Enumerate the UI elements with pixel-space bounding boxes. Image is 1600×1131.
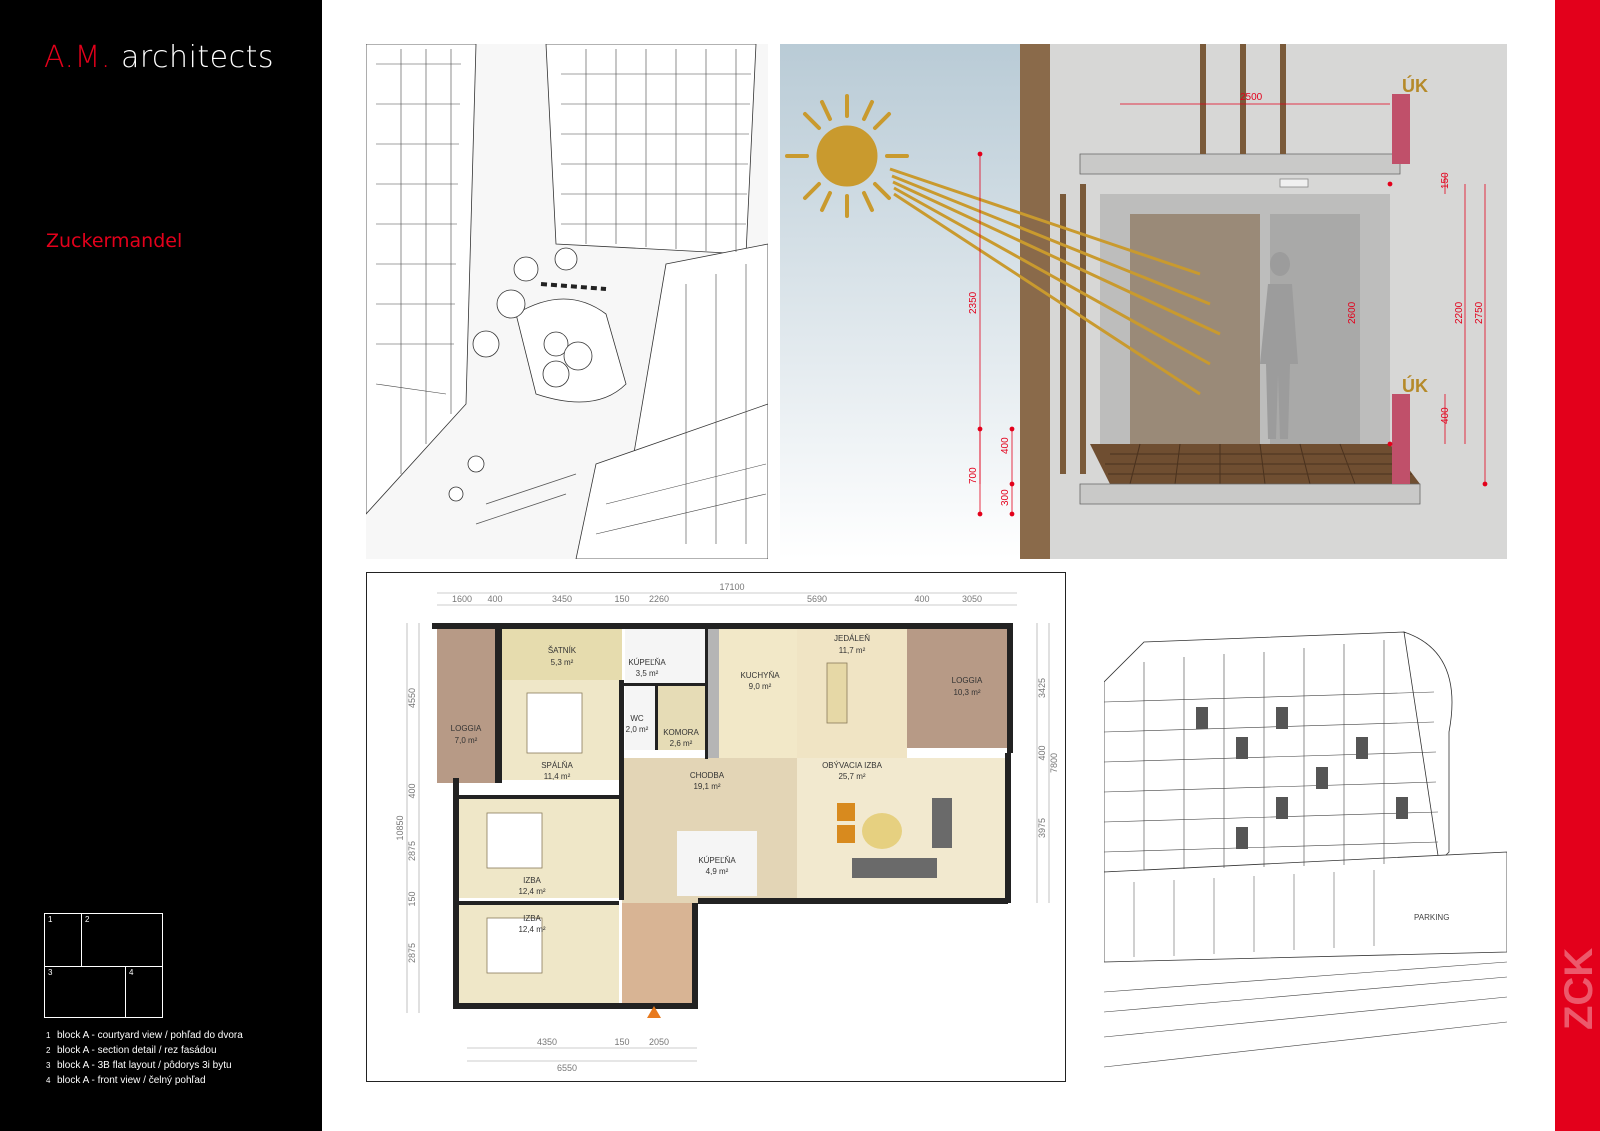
dim-left: 2875 [407,943,417,963]
room-name: IZBA [523,876,541,885]
room-area: 25,7 m² [838,772,865,781]
dim-left: 150 [407,891,417,906]
brand-mark: ZCK [1557,947,1600,1030]
brand-suffix: architects [121,40,275,75]
dim-left: 2875 [407,841,417,861]
room-area: 11,7 m² [839,646,866,655]
dim-top: 5690 [807,594,827,604]
dim-label: 400 [1440,407,1451,424]
room-name: LOGGIA [451,724,482,733]
dim-top: 150 [614,594,629,604]
dim-top: 400 [487,594,502,604]
dim-label: 2750 [1474,301,1485,324]
room-name: KÚPEĽŇA [698,856,736,865]
dim-label: 150 [1440,172,1451,189]
floor-plan-drawing: 1600 400 3450 150 2260 17100 5690 400 30… [367,573,1065,1081]
room-area: 11,4 m² [544,772,571,781]
room-name: JEDÁLEŇ [834,634,870,643]
keymap-cell-3: 3 [44,966,126,1018]
parking-sign: PARKING [1414,913,1449,922]
dim-top: 1600 [452,594,472,604]
room-name: KÚPEĽŇA [628,658,666,667]
dim-top: 17100 [719,582,744,592]
legend-item: 3 block A - 3B flat layout / pôdorys 3i b… [46,1060,232,1071]
room-name: KOMORA [663,728,699,737]
legend-item: 2 block A - section detail / rez fasádou [46,1045,217,1056]
dim-label: 2500 [1240,92,1263,103]
project-title: Zuckermandel [46,230,183,252]
room-area: 9,0 m² [749,682,772,691]
room-area: 3,5 m² [636,669,659,678]
room-name: CHODBA [690,771,725,780]
room-area: 2,6 m² [670,739,693,748]
dim-bottom: 150 [614,1037,629,1047]
room-name: SPÁLŇA [541,761,573,770]
dim-label: 2200 [1454,301,1465,324]
dim-right: 7800 [1049,753,1059,773]
room-area: 7,0 m² [455,736,478,745]
dim-right: 3975 [1037,818,1047,838]
keymap-cell-4: 4 [125,966,163,1018]
room-area: 12,4 m² [518,887,545,896]
sheet-keymap: 1 2 3 4 [44,913,163,1018]
room-name: OBÝVACIA IZBA [822,761,883,770]
legend-item: 4 block A - front view / čelný pohľad [46,1075,206,1086]
dim-left: 4550 [407,688,417,708]
courtyard-view-panel [366,44,768,559]
dim-bottom: 6550 [557,1063,577,1073]
room-name: LOGGIA [952,676,983,685]
room-name: KUCHYŇA [740,671,780,680]
room-area: 19,1 m² [693,782,720,791]
elevation-drawing: PARKING [1104,572,1507,1082]
courtyard-drawing [366,44,768,559]
section-drawing: 2500 150 2350 2600 2200 2750 400 700 400… [780,44,1507,559]
legend-item: 1 block A - courtyard view / pohľad do dv… [46,1030,243,1041]
dim-label: 2600 [1347,301,1358,324]
dim-label: 700 [968,467,979,484]
brand-prefix: A.M. [44,40,111,75]
keymap-cell-1: 1 [44,913,82,967]
room-name: IZBA [523,914,541,923]
room-name: WC [630,714,644,723]
dim-top: 400 [914,594,929,604]
room-area: 2,0 m² [626,725,649,734]
keymap-cell-2: 2 [81,913,163,967]
brand-logo: A.M. architects [44,40,274,75]
legend-list: 1 block A - courtyard view / pohľad do dv… [46,1028,243,1088]
room-area: 10,3 m² [953,688,980,697]
front-view-panel: PARKING [1104,572,1507,1082]
dim-right: 400 [1037,745,1047,760]
dim-left: 400 [407,783,417,798]
section-detail-panel: 2500 150 2350 2600 2200 2750 400 700 400… [780,44,1507,559]
floor-plan-panel: 1600 400 3450 150 2260 17100 5690 400 30… [366,572,1066,1082]
dim-left: 10850 [395,815,405,840]
dim-right: 3425 [1037,678,1047,698]
sidebar: A.M. architects Zuckermandel 1 2 3 4 1 bl… [0,0,322,1131]
room-name: ŠATNÍK [548,646,577,655]
dim-top: 3050 [962,594,982,604]
uk-label: ÚK [1402,75,1428,96]
dim-label: 300 [1000,489,1011,506]
dim-top: 2260 [649,594,669,604]
dim-label: 2350 [968,291,979,314]
dim-bottom: 4350 [537,1037,557,1047]
red-edge-strip: ZCK [1555,0,1600,1131]
uk-label: ÚK [1402,375,1428,396]
room-area: 12,4 m² [518,925,545,934]
room-area: 5,3 m² [551,658,574,667]
dim-label: 400 [1000,437,1011,454]
dim-bottom: 2050 [649,1037,669,1047]
dim-top: 3450 [552,594,572,604]
room-area: 4,9 m² [706,867,729,876]
